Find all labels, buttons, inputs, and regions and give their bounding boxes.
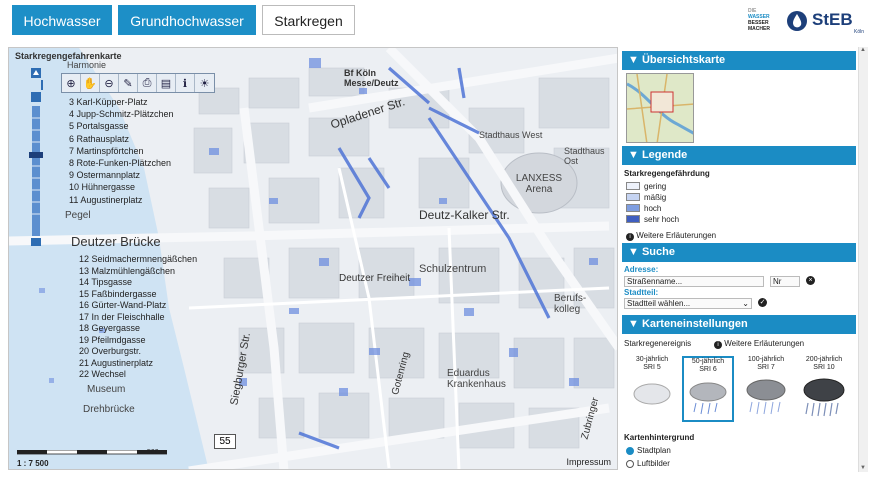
bg-option-stadtplan[interactable]: Stadtplan — [626, 446, 671, 455]
top-tab-bar: Hochwasser Grundhochwasser Starkregen DI… — [0, 0, 870, 44]
map-scale-bar: 500 m 1 : 7 500 — [16, 449, 168, 468]
chevron-down-icon: ⌄ — [742, 299, 749, 308]
storm-cloud-icon — [803, 378, 845, 417]
layers-icon[interactable]: ▤ — [157, 74, 176, 92]
zoom-out-icon[interactable]: ⊖ — [100, 74, 119, 92]
street-index-list-1: 3 Karl-Küpper-Platz 4 Jupp-Schmitz-Plätzc… — [69, 97, 174, 205]
zoom-in-icon[interactable]: ⊕ — [62, 74, 81, 92]
event-option-50[interactable]: 50-jährlich SRI 6 — [682, 356, 734, 422]
triangle-down-icon: ▼ — [628, 149, 642, 161]
measure-icon[interactable]: ✎ — [119, 74, 138, 92]
map-title: Starkregengefahrenkarte — [15, 51, 122, 61]
map-label-deutz-kalker-str: Deutz-Kalker Str. — [419, 208, 510, 222]
district-label: Stadtteil: — [624, 288, 659, 297]
heavy-rain-cloud-icon — [746, 379, 786, 415]
map-label-road-55: 55 — [214, 434, 236, 449]
map-background-label: Kartenhintergrund — [624, 433, 695, 442]
map-label-deutzer-bruecke: Deutzer Brücke — [71, 234, 161, 249]
tab-grundhochwasser[interactable]: Grundhochwasser — [118, 5, 256, 35]
scroll-up-icon[interactable]: ▲ — [860, 47, 867, 53]
map-label-eduardus: Eduardus Krankenhaus — [447, 368, 506, 390]
sidebar-scrollbar[interactable]: ▲ ▼ — [858, 47, 868, 472]
map-label-lanxess-arena: LANXESS Arena — [515, 173, 563, 195]
map-viewport[interactable]: Deutzer Brücke Deutz-Kalker Str. Opladen… — [8, 47, 618, 470]
zoom-slider[interactable] — [17, 68, 51, 246]
address-label: Adresse: — [624, 265, 659, 274]
pan-hand-icon[interactable]: ✋ — [81, 74, 100, 92]
map-label-bf-messe-deutz: Bf Köln Messe/Deutz — [344, 68, 399, 88]
legend-label-hoch: hoch — [644, 204, 662, 213]
clear-search-icon[interactable]: × — [806, 276, 815, 285]
legend-label-massig: mäßig — [644, 193, 667, 202]
info-icon: i — [714, 341, 722, 349]
legend-heading: Starkregengefährdung — [624, 169, 710, 178]
legend-more-link[interactable]: i Weitere Erläuterungen — [626, 231, 716, 241]
district-select[interactable]: Stadtteil wählen... ⌄ — [624, 298, 752, 309]
section-header-map-settings[interactable]: ▼ Karteneinstellungen — [622, 315, 856, 334]
light-cloud-icon — [633, 383, 671, 405]
legend-swatch-sehr-hoch — [626, 215, 640, 223]
map-label-harmonie: Harmonie — [67, 60, 107, 70]
light-bulb-icon[interactable]: ☀ — [195, 74, 214, 92]
street-index-list-2: 12 Seidmachermnengäßchen 13 Malzmühlengäß… — [79, 254, 198, 379]
bg-option-luftbilder[interactable]: Luftbilder — [626, 459, 670, 468]
map-label-stadthaus-ost: Stadthaus Ost — [564, 146, 605, 166]
section-header-legend[interactable]: ▼ Legende — [622, 146, 856, 165]
map-label-pegel: Pegel — [65, 210, 91, 221]
event-option-200[interactable]: 200-jährlich SRI 10 — [798, 356, 850, 422]
scroll-down-icon[interactable]: ▼ — [860, 465, 867, 471]
triangle-down-icon: ▼ — [628, 318, 642, 330]
info-icon: i — [626, 233, 634, 241]
event-option-100[interactable]: 100-jährlich SRI 7 — [740, 356, 792, 422]
overview-map-graphic — [627, 74, 693, 142]
section-header-search[interactable]: ▼ Suche — [622, 243, 856, 262]
event-label: Starkregenereignis — [624, 339, 692, 348]
steb-logo[interactable]: StEB Köln — [786, 7, 866, 37]
rain-cloud-icon — [689, 382, 727, 415]
triangle-down-icon: ▼ — [628, 54, 642, 66]
street-input[interactable]: Straßenname... — [624, 276, 764, 287]
map-toolbar: ⊕ ✋ ⊖ ✎ ⎙ ▤ ℹ ☀ — [61, 73, 215, 93]
steb-drop-icon — [787, 11, 807, 31]
scale-bar-graphic — [16, 449, 168, 455]
impressum-link[interactable]: Impressum — [566, 457, 611, 467]
map-scale-text: 1 : 7 500 — [17, 459, 49, 468]
overview-map-thumbnail[interactable] — [626, 73, 694, 143]
map-label-museum: Museum — [87, 384, 126, 395]
event-selector: 30-jährlich SRI 5 50-jährlich SRI 6 100-jä… — [626, 356, 854, 426]
wasser-besser-macher-logo: DIE WASSER BESSER MACHER — [748, 8, 770, 32]
event-more-link[interactable]: i Weitere Erläuterungen — [714, 339, 804, 349]
tab-starkregen[interactable]: Starkregen — [262, 5, 355, 35]
map-label-berufskolleg: Berufs-kolleg — [554, 293, 587, 315]
section-header-overview[interactable]: ▼ Übersichtskarte — [622, 51, 856, 70]
legend-label-gering: gering — [644, 182, 667, 191]
tab-hochwasser[interactable]: Hochwasser — [12, 5, 112, 35]
map-label-stadthaus-west: Stadthaus West — [479, 130, 543, 140]
event-option-30[interactable]: 30-jährlich SRI 5 — [626, 356, 678, 422]
triangle-down-icon: ▼ — [628, 246, 642, 258]
map-label-drehbruecke: Drehbrücke — [83, 404, 135, 415]
house-number-input[interactable]: Nr — [770, 276, 800, 287]
print-icon[interactable]: ⎙ — [138, 74, 157, 92]
confirm-district-icon[interactable]: ✓ — [758, 298, 767, 307]
legend-swatch-gering — [626, 182, 640, 190]
zoom-slider-graphic — [17, 68, 51, 246]
map-label-deutzer-freiheit: Deutzer Freiheit — [339, 273, 411, 284]
radio-selected-icon — [626, 446, 634, 455]
legend-swatch-massig — [626, 193, 640, 201]
info-icon[interactable]: ℹ — [176, 74, 195, 92]
legend-swatch-hoch — [626, 204, 640, 212]
sidebar-panel: ▼ Übersichtskarte ▼ Legende Starkregenge… — [622, 47, 868, 472]
legend-label-sehr-hoch: sehr hoch — [644, 215, 680, 224]
map-label-schulzentrum: Schulzentrum — [419, 263, 487, 275]
radio-unselected-icon — [626, 459, 634, 468]
